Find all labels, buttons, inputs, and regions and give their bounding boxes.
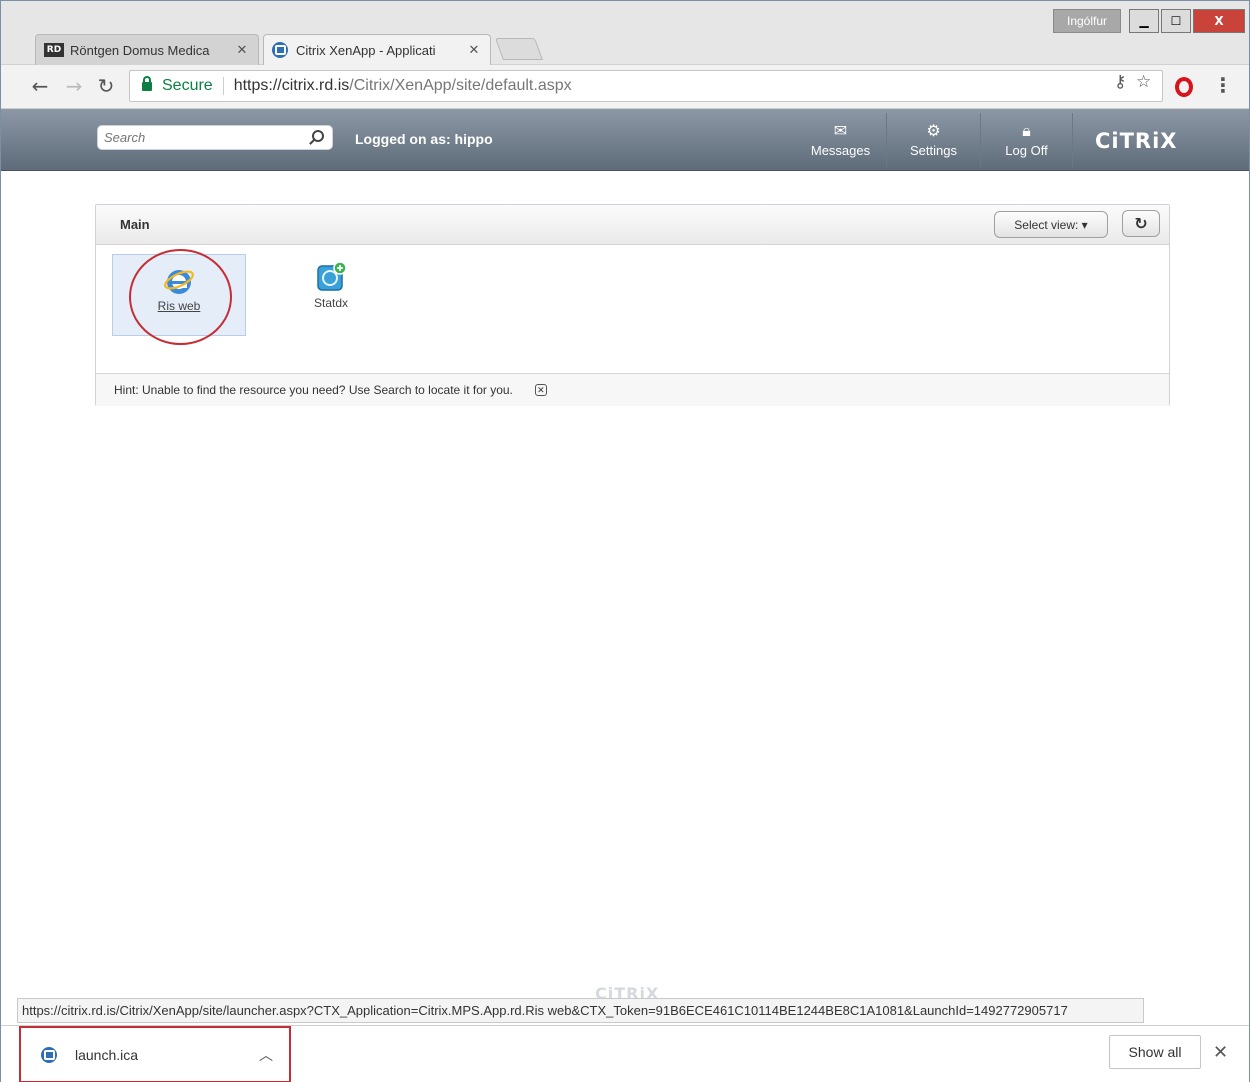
title-bar: RD Röntgen Domus Medica ✕ Citrix XenApp … — [1, 1, 1249, 65]
app-label[interactable]: Statdx — [314, 296, 348, 310]
select-view-dropdown[interactable]: Select view: ▾ — [994, 211, 1108, 238]
new-tab-button[interactable] — [494, 38, 544, 60]
address-bar[interactable]: Secure https://citrix.rd.is/Citrix/XenAp… — [129, 70, 1163, 102]
panel-title: Main — [120, 217, 150, 232]
logged-on-label: Logged on as: hippo — [355, 131, 493, 147]
maximize-button[interactable]: ☐ — [1161, 9, 1191, 33]
citrix-header: Logged on as: hippo ✉ Messages ⚙ Setting… — [1, 109, 1249, 171]
settings-button[interactable]: ⚙ Settings — [887, 113, 981, 167]
url-host: https://citrix.rd.is — [233, 77, 350, 94]
gear-icon: ⚙ — [926, 122, 941, 140]
close-window-button[interactable]: X — [1193, 9, 1245, 33]
refresh-icon: ↻ — [1134, 214, 1148, 233]
rd-favicon-icon: RD — [44, 43, 64, 57]
refresh-button[interactable]: ↻ — [1122, 210, 1160, 237]
star-icon[interactable]: ☆ — [1136, 72, 1151, 92]
app-statdx[interactable]: Statdx — [264, 254, 398, 336]
log-off-button[interactable]: 🔒︎ Log Off — [981, 113, 1073, 167]
settings-label: Settings — [910, 142, 957, 158]
search-icon[interactable] — [312, 130, 324, 142]
browser-window: RD Röntgen Domus Medica ✕ Citrix XenApp … — [0, 0, 1250, 1082]
hint-text: Hint: Unable to find the resource you ne… — [114, 383, 513, 397]
tab-citrix-xenapp[interactable]: Citrix XenApp - Applicati ✕ — [263, 34, 491, 65]
annotation-circle — [129, 249, 232, 345]
citrix-logo: CiTRiX — [1095, 129, 1178, 153]
log-off-label: Log Off — [1005, 142, 1048, 158]
search-input[interactable] — [104, 130, 304, 145]
minimize-button[interactable]: ▁ — [1129, 9, 1159, 33]
show-all-button[interactable]: Show all — [1109, 1035, 1201, 1069]
chevron-up-icon[interactable]: ︿ — [259, 1045, 289, 1065]
lock-icon: 🔒︎ — [1022, 122, 1031, 140]
download-item[interactable]: launch.ica ︿ — [19, 1026, 291, 1082]
secure-label: Secure — [162, 77, 213, 94]
citrix-receiver-icon — [41, 1046, 57, 1063]
key-icon[interactable]: ⚷ — [1114, 72, 1126, 92]
profile-user-label[interactable]: Ingólfur — [1053, 9, 1121, 33]
panel-header: Main Select view: ▾ ↻ — [96, 205, 1169, 245]
download-file-name[interactable]: launch.ica — [75, 1047, 259, 1063]
main-panel: Main Select view: ▾ ↻ Ris web Statdx Hin… — [95, 204, 1170, 406]
tab-title: Citrix XenApp - Applicati — [296, 42, 436, 58]
url-path: /Citrix/XenApp/site/default.aspx — [349, 77, 572, 94]
opera-extension-icon[interactable] — [1175, 77, 1193, 97]
tab-title: Röntgen Domus Medica — [70, 42, 210, 58]
tab-rontgen-domus-medica[interactable]: RD Röntgen Domus Medica ✕ — [35, 34, 259, 65]
divider — [222, 77, 224, 95]
envelope-icon: ✉ — [833, 122, 848, 140]
forward-arrow-icon[interactable]: → — [61, 73, 87, 99]
status-bubble: https://citrix.rd.is/Citrix/XenApp/site/… — [17, 998, 1144, 1023]
search-box[interactable] — [97, 125, 333, 150]
messages-button[interactable]: ✉ Messages — [795, 113, 887, 167]
hint-bar: Hint: Unable to find the resource you ne… — [96, 373, 1169, 406]
download-shelf: launch.ica ︿ Show all ✕ — [1, 1025, 1249, 1082]
lock-icon — [142, 75, 152, 91]
tab-close-icon[interactable]: ✕ — [234, 42, 250, 58]
citrix-favicon-icon — [272, 42, 288, 58]
statdx-app-icon — [317, 261, 347, 291]
back-arrow-icon[interactable]: ← — [27, 73, 53, 99]
close-icon[interactable]: ✕ — [534, 384, 547, 396]
messages-label: Messages — [810, 142, 871, 158]
close-icon[interactable]: ✕ — [1213, 1042, 1228, 1063]
reload-icon[interactable]: ↻ — [93, 73, 119, 99]
menu-dots-icon[interactable]: ⋮ — [1213, 73, 1233, 97]
browser-toolbar: ← → ↻ Secure https://citrix.rd.is/Citrix… — [1, 65, 1249, 109]
tab-close-icon[interactable]: ✕ — [466, 42, 482, 58]
